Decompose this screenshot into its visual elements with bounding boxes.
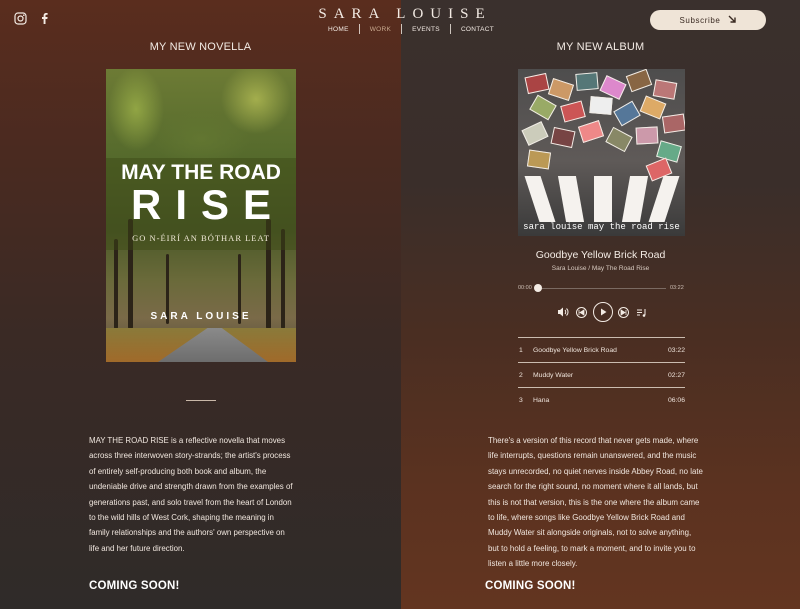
subscribe-label: Subscribe [679, 15, 721, 25]
instagram-icon[interactable] [14, 12, 28, 26]
arrow-down-right-icon [728, 15, 737, 25]
track-number: 1 [519, 347, 523, 354]
novella-section-title: MY NEW NOVELLA [149, 41, 252, 53]
nav-separator [449, 24, 451, 34]
divider [186, 400, 216, 401]
album-section-title: MY NEW ALBUM [556, 41, 645, 53]
elapsed-time: 00:00 [518, 285, 532, 291]
track-duration: 02:27 [667, 372, 685, 379]
album-desc-line: life interrupts, questions remain unansw… [488, 451, 697, 461]
nav-work[interactable]: WORK [360, 25, 401, 34]
nav-contact[interactable]: CONTACT [451, 25, 504, 34]
duration-time: 03:22 [670, 285, 684, 291]
album-desc-line: to life, where songs like Goodbye Yellow… [488, 513, 685, 523]
album-desc-line: There's a version of this record that ne… [488, 436, 699, 445]
progress-knob[interactable] [534, 284, 542, 292]
track-row[interactable]: 3 Hana 06:06 [518, 387, 685, 412]
album-description: There's a version of this record that ne… [488, 433, 738, 572]
now-playing-title: Goodbye Yellow Brick Road [535, 249, 666, 261]
book-cover[interactable]: MAY THE ROAD RISE GO N-ÉIRÍ AN BÓTHAR LE… [106, 69, 296, 362]
album-cover-caption: sara louise may the road rise [523, 222, 680, 232]
album-desc-line: listen a little more closely. [488, 559, 578, 569]
main-nav: HOME WORK EVENTS CONTACT [318, 24, 504, 34]
play-button[interactable] [593, 302, 613, 322]
track-row[interactable]: 2 Muddy Water 02:27 [518, 362, 685, 387]
nav-separator [401, 24, 403, 34]
novella-desc-line: MAY THE ROAD RISE is a reflective novell… [89, 436, 286, 445]
volume-icon[interactable] [557, 306, 569, 318]
facebook-icon[interactable] [38, 12, 52, 26]
album-cover[interactable]: sara louise may the road rise [518, 69, 685, 236]
album-desc-line: Muddy Water sit alongside originals, not… [488, 528, 692, 538]
book-title-line2: RISE [130, 181, 286, 228]
site-logo[interactable]: SARA LOUISE [315, 6, 495, 23]
novella-desc-line: life and her future direction. [89, 543, 185, 553]
previous-track-button[interactable] [576, 307, 587, 318]
track-duration: 06:06 [667, 397, 685, 404]
novella-desc-line: to the wild hills of West Cork, shaping … [89, 513, 274, 523]
now-playing-subtitle: Sara Louise / May The Road Rise [551, 265, 650, 272]
novella-desc-line: family relationships and the authors' ow… [89, 528, 285, 538]
next-track-button[interactable] [618, 307, 629, 318]
track-duration: 03:22 [667, 347, 685, 354]
track-number: 2 [519, 372, 523, 379]
novella-description: MAY THE ROAD RISE is a reflective novell… [89, 433, 339, 556]
playlist-icon[interactable] [635, 306, 647, 318]
tracklist: 1 Goodbye Yellow Brick Road 03:22 2 Mudd… [518, 337, 685, 412]
album-desc-line: this is not that version, this is the on… [488, 497, 700, 507]
subscribe-button[interactable]: Subscribe [650, 10, 766, 30]
novella-panel: MY NEW NOVELLA MAY THE ROAD RISE GO N-ÉI… [0, 0, 401, 609]
album-desc-line: search for the right sound, no moment wh… [488, 482, 698, 492]
album-desc-line: but to hold a feeling, to mark a moment,… [488, 543, 696, 553]
site-header: SARA LOUISE HOME WORK EVENTS CONTACT Sub… [0, 0, 800, 38]
album-coming-soon: COMING SOON! [485, 580, 576, 592]
novella-desc-line: generations past, and solo travel from t… [89, 497, 292, 507]
track-row[interactable]: 1 Goodbye Yellow Brick Road 03:22 [518, 337, 685, 362]
book-author: SARA LOUISE [150, 311, 252, 322]
nav-separator [358, 24, 360, 34]
track-name: Goodbye Yellow Brick Road [533, 347, 617, 354]
progress-bar[interactable] [538, 288, 666, 289]
book-subtitle: GO N-ÉIRÍ AN BÓTHAR LEAT [132, 233, 270, 243]
novella-desc-line: of entirely self-producing both book and… [89, 466, 267, 476]
nav-home[interactable]: HOME [318, 25, 359, 34]
novella-desc-line: undeniable drive and strength drawn from… [89, 482, 293, 492]
novella-coming-soon: COMING SOON! [89, 580, 180, 592]
nav-events[interactable]: EVENTS [402, 25, 450, 34]
novella-desc-line: across three interwoven story-strands; t… [89, 451, 291, 461]
album-desc-line: stays unrecorded, no quiet nerves inside… [488, 466, 703, 476]
track-name: Muddy Water [533, 372, 574, 379]
track-name: Hana [533, 397, 550, 404]
track-number: 3 [519, 397, 523, 404]
album-panel: MY NEW ALBUM sara louise may the road ri… [401, 0, 800, 609]
